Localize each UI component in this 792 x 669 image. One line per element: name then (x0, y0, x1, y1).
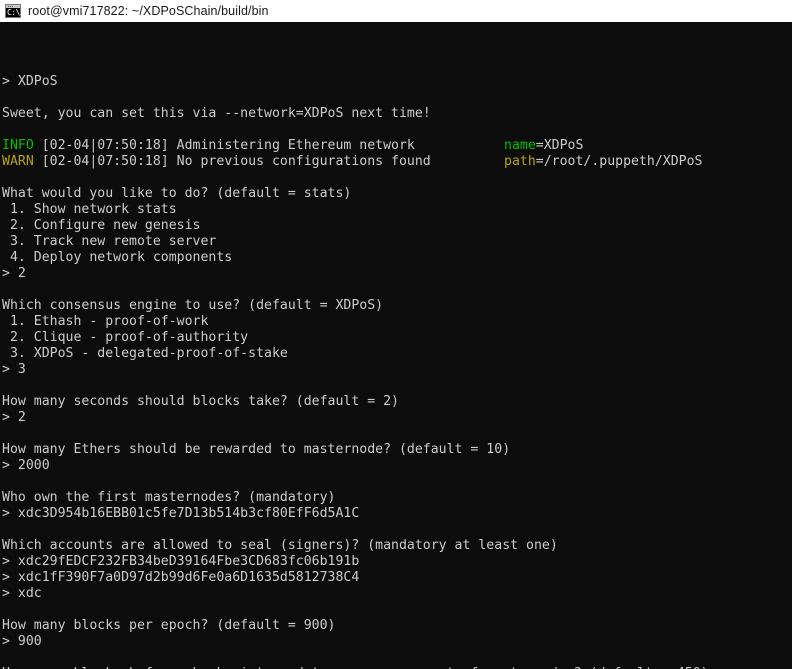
console-icon: C:\. (5, 3, 25, 18)
terminal-answer: > xdc (2, 586, 42, 601)
terminal-log-line: WARN [02-04|07:50:18] No previous config… (2, 154, 792, 170)
terminal-answer: > 2 (2, 266, 26, 281)
terminal-output[interactable]: > XDPoS Sweet, you can set this via --ne… (0, 22, 792, 669)
terminal-option: 3. XDPoS - delegated-proof-of-stake (2, 346, 288, 361)
terminal-question: What would you like to do? (default = st… (2, 186, 352, 201)
terminal-option: 2. Clique - proof-of-authority (2, 330, 249, 345)
log-message: [02-04|07:50:18] No previous configurati… (33, 154, 431, 169)
terminal-option: 2. Configure new genesis (2, 218, 201, 233)
terminal-question: Which accounts are allowed to seal (sign… (2, 538, 558, 553)
terminal-option: 1. Ethash - proof-of-work (2, 314, 209, 329)
terminal-answer: > xdc3D954b16EBB01c5fe7D13b514b3cf80EfF6… (2, 506, 360, 521)
terminal-answer: > 900 (2, 634, 42, 649)
terminal-hint: Sweet, you can set this via --network=XD… (2, 106, 431, 121)
log-level: INFO (2, 138, 34, 153)
terminal-answer: > 3 (2, 362, 26, 377)
terminal-option: 3. Track new remote server (2, 234, 217, 249)
terminal-question: How many Ethers should be rewarded to ma… (2, 442, 511, 457)
log-field-key: path (504, 154, 536, 169)
terminal-answer: > 2000 (2, 458, 50, 473)
terminal-option: 4. Deploy network components (2, 250, 233, 265)
terminal-question: How many seconds should blocks take? (de… (2, 394, 399, 409)
terminal-answer: > xdc29fEDCF232FB34beD39164Fbe3CD683fc06… (2, 554, 360, 569)
terminal-answer: > xdc1fF390F7a0D97d2b99d6Fe0a6D1635d5812… (2, 570, 360, 585)
log-level: WARN (2, 154, 34, 169)
log-field-value: =XDPoS (535, 138, 584, 153)
log-field-value: =/root/.puppeth/XDPoS (535, 154, 703, 169)
terminal-question: How many blocks per epoch? (default = 90… (2, 618, 336, 633)
terminal-option: 1. Show network stats (2, 202, 177, 217)
console-icon-glyph: C:\. (7, 7, 25, 17)
terminal-question: Who own the first masternodes? (mandator… (2, 490, 336, 505)
terminal-log-line: INFO [02-04|07:50:18] Administering Ethe… (2, 138, 792, 154)
window-title: root@vmi717822: ~/XDPoSChain/build/bin (28, 3, 269, 18)
log-message: [02-04|07:50:18] Administering Ethereum … (33, 138, 415, 153)
terminal-answer: > XDPoS (2, 74, 58, 89)
terminal-answer: > 2 (2, 410, 26, 425)
terminal-window: C:\. root@vmi717822: ~/XDPoSChain/build/… (0, 0, 792, 669)
terminal-question: Which consensus engine to use? (default … (2, 298, 384, 313)
log-field-key: name (504, 138, 536, 153)
window-titlebar[interactable]: C:\. root@vmi717822: ~/XDPoSChain/build/… (0, 0, 792, 22)
